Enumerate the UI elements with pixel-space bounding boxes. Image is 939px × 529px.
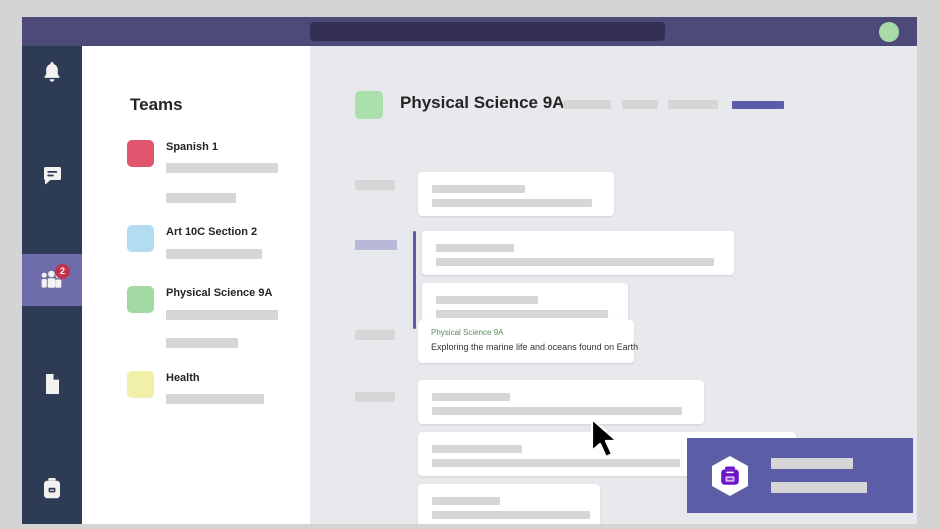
channel-color-swatch [355,91,383,119]
backpack-hexagon-icon [709,455,751,497]
bell-icon [41,60,63,84]
assignment-card-body: Exploring the marine life and oceans fou… [431,342,639,352]
day-divider [355,392,395,402]
channel-placeholder[interactable] [166,163,278,173]
popup-subtitle-placeholder [771,482,867,493]
day-divider [355,240,397,250]
channel-placeholder[interactable] [166,193,236,203]
day-divider [355,180,395,190]
assignment-popup[interactable] [687,438,913,513]
sidebar-item-classwork[interactable] [22,462,82,514]
team-label: Health [166,372,200,384]
teams-panel: Teams Spanish 1 Art 10C Section 2 Physic… [82,46,310,524]
message-body-placeholder [432,511,590,519]
channel-placeholder[interactable] [166,249,262,259]
team-label: Art 10C Section 2 [166,226,258,238]
message-author-placeholder [432,185,525,193]
assignment-card-title: Physical Science 9A [431,328,504,337]
message-card[interactable] [418,380,704,424]
message-author-placeholder [432,445,522,453]
channel-placeholder[interactable] [166,310,278,320]
message-author-placeholder [432,393,510,401]
message-card[interactable] [418,172,614,216]
day-divider [355,330,395,340]
message-author-placeholder [436,244,514,252]
thread-indicator [413,231,416,329]
message-card[interactable] [422,231,734,275]
message-body-placeholder [432,199,592,207]
team-color-swatch [127,140,154,167]
popup-title-placeholder [771,458,853,469]
left-rail: 2 [22,46,82,524]
team-color-swatch [127,225,154,252]
avatar[interactable] [879,22,899,42]
team-label: Spanish 1 [166,141,218,153]
message-author-placeholder [432,497,500,505]
message-author-placeholder [436,296,538,304]
screenshot-root: 2 Teams Spanish 1 Art 10C Section 2 Phys… [0,0,939,529]
tab-assignments[interactable] [732,101,784,109]
main-content: Physical Science 9A Physical Science 9A … [310,46,917,524]
message-card[interactable] [418,484,600,524]
message-body-placeholder [436,258,714,266]
tab-files[interactable] [622,100,658,109]
tab-posts[interactable] [563,100,611,109]
tab-class-notebook[interactable] [668,100,718,109]
message-body-placeholder [436,310,608,318]
message-body-placeholder [432,459,680,467]
team-color-swatch [127,371,154,398]
sidebar-item-chat[interactable] [22,150,82,202]
sidebar-item-activity[interactable] [22,46,82,98]
channel-placeholder[interactable] [166,394,264,404]
sidebar-item-teams[interactable]: 2 [22,254,82,306]
team-color-swatch [127,286,154,313]
chat-icon [41,165,64,187]
assignment-card[interactable]: Physical Science 9A Exploring the marine… [418,320,638,363]
channel-placeholder[interactable] [166,338,238,348]
team-label: Physical Science 9A [166,287,273,299]
message-body-placeholder [432,407,682,415]
page-title: Teams [130,95,183,114]
channel-title: Physical Science 9A [400,93,565,112]
sidebar-item-assignments[interactable] [22,358,82,410]
app-window: 2 Teams Spanish 1 Art 10C Section 2 Phys… [22,17,917,524]
teams-badge: 2 [55,264,70,279]
top-bar [22,17,917,46]
backpack-icon [42,476,62,500]
file-icon [42,372,62,396]
search-input[interactable] [310,22,665,41]
